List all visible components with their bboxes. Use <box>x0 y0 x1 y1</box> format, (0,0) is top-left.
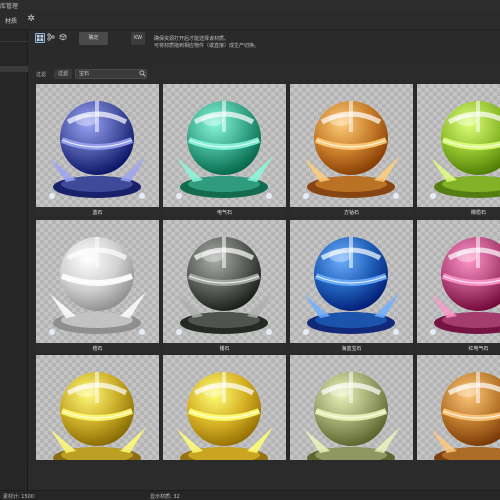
gear-icon[interactable]: ✲ <box>26 14 36 24</box>
material-name: 橄榄石 <box>470 210 486 216</box>
hint-line-2: 可将材质拖到相应物件（或直接）成生产切换。 <box>154 43 260 49</box>
material-thumbnail[interactable] <box>417 84 500 207</box>
material-thumbnail[interactable] <box>36 220 159 343</box>
kw-button[interactable]: KW <box>131 32 145 45</box>
search-icon[interactable] <box>139 70 146 77</box>
confirm-button[interactable]: 确定 <box>79 32 108 45</box>
material-name: 锆石 <box>92 346 103 352</box>
window-title: 库管理 <box>0 3 19 10</box>
sidebar <box>0 30 28 500</box>
filter-label: 过滤 <box>36 72 47 78</box>
material-name: 蓝石 <box>92 210 103 216</box>
package-icon[interactable] <box>59 33 69 43</box>
status-total: 素材计: 1500 <box>3 494 34 500</box>
material-name: 锗石 <box>219 346 230 352</box>
material-card[interactable]: 锆石 <box>36 220 159 353</box>
material-name: 电气石 <box>216 210 232 216</box>
node-view-icon[interactable] <box>47 33 57 43</box>
material-card[interactable]: 电气石 <box>163 84 286 217</box>
sidebar-item-selected[interactable] <box>0 66 28 72</box>
material-thumbnail[interactable] <box>36 355 159 460</box>
material-thumbnail[interactable] <box>290 220 413 343</box>
status-shown: 显示材质: 32 <box>150 494 180 500</box>
material-thumbnail[interactable] <box>290 355 413 460</box>
sidebar-divider <box>0 36 28 42</box>
title-bar: 库管理 <box>0 0 500 10</box>
material-name: 红电气石 <box>468 346 489 352</box>
material-thumbnail[interactable] <box>163 220 286 343</box>
status-bar: 素材计: 1500 显示材质: 32 <box>0 490 500 500</box>
material-thumbnail[interactable] <box>36 84 159 207</box>
grid-view-icon[interactable] <box>35 33 45 43</box>
filter-tag-button[interactable]: 过滤 <box>54 69 72 79</box>
material-thumbnail[interactable] <box>290 84 413 207</box>
material-thumbnail[interactable] <box>417 220 500 343</box>
material-grid: 蓝石 电气石 方钴石 橄榄石锆石 锗石 海蓝宝石 红电气石 <box>28 82 500 460</box>
material-name: 海蓝宝石 <box>341 346 362 352</box>
material-card[interactable] <box>290 355 413 460</box>
filter-bar: 过滤 过滤 宝石 <box>28 66 500 82</box>
material-card[interactable]: 海蓝宝石 <box>290 220 413 353</box>
material-card[interactable] <box>36 355 159 460</box>
material-card[interactable]: 橄榄石 <box>417 84 500 217</box>
material-name: 方钴石 <box>343 210 359 216</box>
search-input[interactable]: 宝石 <box>75 69 147 79</box>
toolbar: 确定 KW 确保资源打开后才能选择该材质。 可将材质拖到相应物件（或直接）成生产… <box>28 30 500 66</box>
material-card[interactable]: 方钴石 <box>290 84 413 217</box>
material-card[interactable]: 锗石 <box>163 220 286 353</box>
material-card[interactable]: 蓝石 <box>36 84 159 217</box>
hint-line-1: 确保资源打开后才能选择该材质。 <box>154 36 230 42</box>
menu-item-material[interactable]: 材质 <box>5 16 17 25</box>
material-thumbnail[interactable] <box>163 84 286 207</box>
material-thumbnail[interactable] <box>417 355 500 460</box>
material-card[interactable] <box>417 355 500 460</box>
material-card[interactable] <box>163 355 286 460</box>
menu-bar: 材质 ✲ <box>0 10 500 30</box>
material-card[interactable]: 红电气石 <box>417 220 500 353</box>
material-thumbnail[interactable] <box>163 355 286 460</box>
